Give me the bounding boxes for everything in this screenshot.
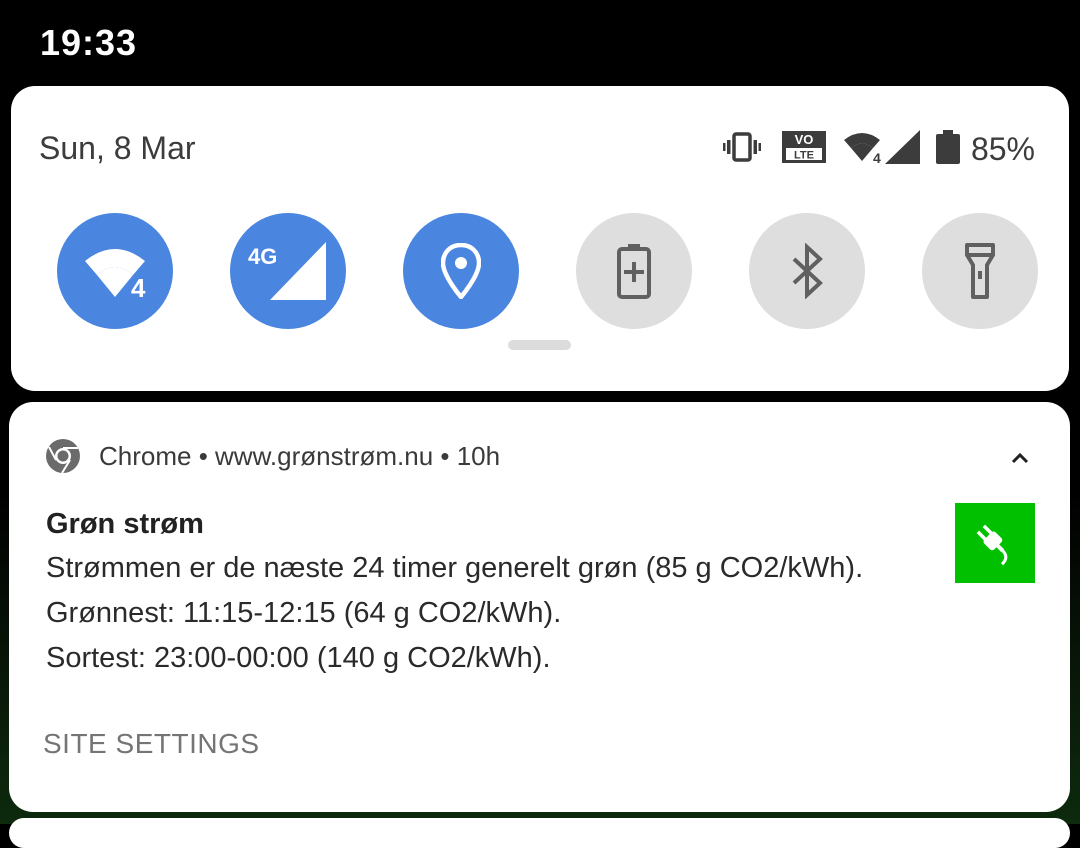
- cell-signal-icon: 4G: [248, 242, 326, 300]
- wifi-tile-badge: 4: [131, 273, 146, 299]
- vibrate-icon: [722, 131, 761, 167]
- location-pin-icon: [441, 243, 481, 299]
- next-card-edge: [9, 818, 1070, 848]
- svg-text:LTE: LTE: [794, 149, 814, 161]
- power-plug-icon: [976, 524, 1008, 566]
- notification-header[interactable]: Chrome • www.grønstrøm.nu • 10h: [45, 436, 500, 476]
- tile-location[interactable]: [403, 213, 519, 329]
- notification-line: Strømmen er de næste 24 timer generelt g…: [46, 552, 864, 584]
- tile-mobile-data[interactable]: 4G: [230, 213, 346, 329]
- bluetooth-icon: [792, 243, 823, 299]
- flashlight-icon: [965, 243, 995, 299]
- volte-icon: VO LTE: [781, 130, 827, 169]
- tile-battery-saver[interactable]: [576, 213, 692, 329]
- battery-plus-icon: [617, 244, 651, 299]
- quick-settings-drag-handle[interactable]: [508, 340, 571, 350]
- notification-card[interactable]: Chrome • www.grønstrøm.nu • 10h Grøn str…: [9, 402, 1070, 812]
- notification-header-text: Chrome • www.grønstrøm.nu • 10h: [99, 440, 501, 471]
- collapse-button[interactable]: [1006, 444, 1034, 472]
- clock: 19:33: [40, 22, 138, 63]
- notification-title: Grøn strøm: [46, 508, 204, 540]
- notification-line: Grønnest: 11:15-12:15 (64 g CO2/kWh).: [46, 597, 562, 629]
- chrome-icon: [46, 439, 80, 474]
- tile-flashlight[interactable]: [922, 213, 1038, 329]
- cell-signal-icon: [883, 129, 921, 169]
- notification-large-icon: [955, 503, 1035, 583]
- status-icons: VO LTE 4 85%: [709, 129, 1035, 169]
- wifi-4-icon: 4: [843, 130, 881, 169]
- svg-text:VO: VO: [795, 132, 814, 147]
- mobile-data-badge: 4G: [248, 244, 277, 269]
- svg-text:4: 4: [873, 150, 881, 164]
- site-settings-button[interactable]: SITE SETTINGS: [43, 728, 260, 760]
- notification-line: Sortest: 23:00-00:00 (140 g CO2/kWh).: [46, 642, 551, 674]
- battery-icon: [935, 129, 961, 169]
- tile-wifi[interactable]: 4: [57, 213, 173, 329]
- chevron-up-icon: [1011, 452, 1029, 464]
- status-bar: 19:33: [0, 0, 1080, 86]
- wifi-icon: 4: [85, 249, 146, 299]
- date-label[interactable]: Sun, 8 Mar: [39, 130, 196, 167]
- tile-bluetooth[interactable]: [749, 213, 865, 329]
- battery-percent: 85%: [970, 130, 1035, 167]
- quick-settings-panel: Sun, 8 Mar VO LTE 4 85% 4 4G: [11, 86, 1069, 391]
